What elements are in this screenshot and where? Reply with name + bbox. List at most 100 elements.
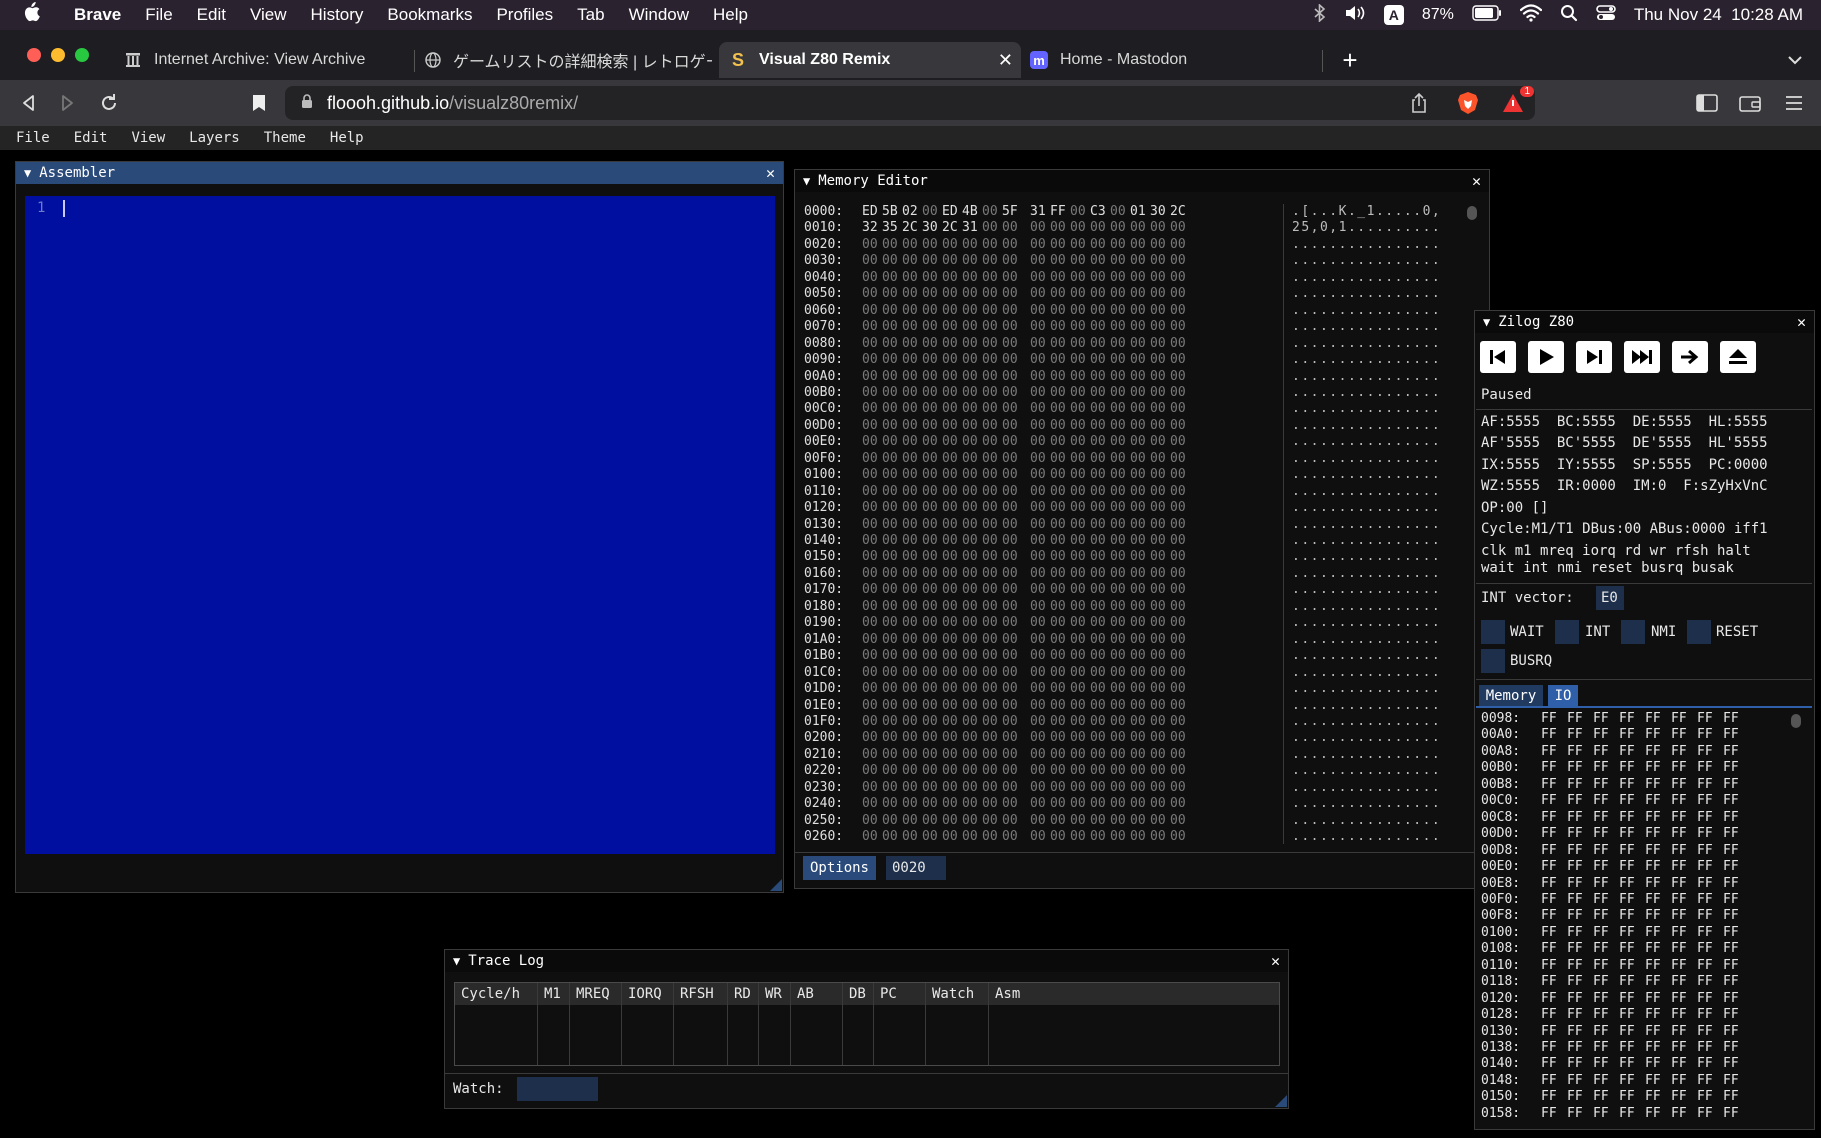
memory-byte[interactable]: 00 bbox=[902, 451, 922, 466]
memory-byte[interactable]: 00 bbox=[922, 401, 942, 416]
memory-byte[interactable]: 00 bbox=[922, 681, 942, 696]
io-byte[interactable]: FF bbox=[1567, 859, 1593, 874]
menubar-file[interactable]: File bbox=[133, 5, 184, 25]
memory-byte[interactable]: 00 bbox=[1030, 303, 1050, 318]
memory-byte[interactable]: 00 bbox=[1130, 220, 1150, 235]
memory-byte[interactable]: 00 bbox=[1070, 253, 1090, 268]
io-byte[interactable]: FF bbox=[1541, 727, 1567, 742]
io-byte[interactable]: FF bbox=[1671, 925, 1697, 940]
memory-byte[interactable]: 00 bbox=[982, 829, 1002, 844]
io-byte[interactable]: FF bbox=[1723, 793, 1749, 808]
memory-byte[interactable]: 00 bbox=[1050, 517, 1070, 532]
io-byte[interactable]: FF bbox=[1567, 744, 1593, 759]
memory-byte[interactable]: 00 bbox=[942, 714, 962, 729]
memory-byte[interactable]: 00 bbox=[1070, 533, 1090, 548]
memory-byte[interactable]: 00 bbox=[1050, 484, 1070, 499]
io-byte[interactable]: FF bbox=[1697, 760, 1723, 775]
io-byte[interactable]: FF bbox=[1593, 711, 1619, 726]
io-byte[interactable]: FF bbox=[1671, 1024, 1697, 1039]
memory-byte[interactable]: 00 bbox=[882, 270, 902, 285]
memory-byte[interactable]: 00 bbox=[882, 829, 902, 844]
memory-byte[interactable]: 00 bbox=[982, 796, 1002, 811]
memory-byte[interactable]: 00 bbox=[1170, 517, 1190, 532]
memory-byte[interactable]: 00 bbox=[1130, 566, 1150, 581]
memory-byte[interactable]: 00 bbox=[1110, 780, 1130, 795]
memory-byte[interactable]: 00 bbox=[962, 401, 982, 416]
io-byte[interactable]: FF bbox=[1723, 892, 1749, 907]
memory-byte[interactable]: 00 bbox=[942, 665, 962, 680]
io-byte[interactable]: FF bbox=[1593, 1024, 1619, 1039]
memory-byte[interactable]: 00 bbox=[1050, 780, 1070, 795]
memory-byte[interactable]: 00 bbox=[882, 484, 902, 499]
memory-byte[interactable]: 00 bbox=[1050, 698, 1070, 713]
io-byte[interactable]: FF bbox=[1593, 1106, 1619, 1121]
menubar-app-name[interactable]: Brave bbox=[62, 5, 133, 25]
memory-byte[interactable]: 00 bbox=[1050, 451, 1070, 466]
menubar-window[interactable]: Window bbox=[617, 5, 701, 25]
memory-byte[interactable]: 00 bbox=[922, 615, 942, 630]
memory-byte[interactable]: 31 bbox=[1030, 204, 1050, 219]
memory-byte[interactable]: 00 bbox=[882, 352, 902, 367]
memory-byte[interactable]: 00 bbox=[1130, 582, 1150, 597]
memory-byte[interactable]: 00 bbox=[1050, 648, 1070, 663]
wait-checkbox[interactable] bbox=[1481, 620, 1505, 644]
memory-byte[interactable]: 00 bbox=[1050, 336, 1070, 351]
memory-byte[interactable]: 00 bbox=[962, 698, 982, 713]
memory-byte[interactable]: 00 bbox=[1002, 352, 1022, 367]
memory-byte[interactable]: 00 bbox=[982, 286, 1002, 301]
col-mreq[interactable]: MREQ bbox=[570, 983, 622, 1065]
memory-byte[interactable]: 00 bbox=[1150, 780, 1170, 795]
memory-byte[interactable]: 00 bbox=[1050, 369, 1070, 384]
memory-byte[interactable]: 00 bbox=[882, 517, 902, 532]
io-byte[interactable]: FF bbox=[1567, 810, 1593, 825]
io-byte[interactable]: FF bbox=[1567, 991, 1593, 1006]
io-byte[interactable]: FF bbox=[1541, 892, 1567, 907]
io-byte[interactable]: FF bbox=[1541, 826, 1567, 841]
memory-byte[interactable]: 00 bbox=[862, 829, 882, 844]
memory-byte[interactable]: 00 bbox=[1110, 484, 1130, 499]
io-byte[interactable]: FF bbox=[1541, 1007, 1567, 1022]
volume-icon[interactable] bbox=[1344, 4, 1366, 27]
io-byte[interactable]: FF bbox=[1697, 1106, 1723, 1121]
memory-byte[interactable]: 00 bbox=[1170, 615, 1190, 630]
io-byte[interactable]: FF bbox=[1723, 711, 1749, 726]
io-byte[interactable]: FF bbox=[1619, 1089, 1645, 1104]
memory-byte[interactable]: 00 bbox=[1002, 385, 1022, 400]
memory-byte[interactable]: 00 bbox=[882, 451, 902, 466]
app-menu-edit[interactable]: Edit bbox=[58, 130, 116, 146]
memory-byte[interactable]: 00 bbox=[942, 369, 962, 384]
memory-byte[interactable]: 00 bbox=[1150, 401, 1170, 416]
memory-byte[interactable]: 00 bbox=[922, 270, 942, 285]
memory-byte[interactable]: 00 bbox=[922, 730, 942, 745]
memory-byte[interactable]: 00 bbox=[982, 270, 1002, 285]
io-byte[interactable]: FF bbox=[1645, 1024, 1671, 1039]
memory-byte[interactable]: 00 bbox=[942, 813, 962, 828]
memory-byte[interactable]: 00 bbox=[1130, 730, 1150, 745]
memory-byte[interactable]: 00 bbox=[902, 253, 922, 268]
memory-byte[interactable]: 00 bbox=[862, 418, 882, 433]
memory-byte[interactable]: 00 bbox=[962, 599, 982, 614]
memory-byte[interactable]: 00 bbox=[1070, 763, 1090, 778]
apple-menu-icon[interactable] bbox=[0, 2, 62, 28]
memory-byte[interactable]: 00 bbox=[1002, 730, 1022, 745]
spotlight-search-icon[interactable] bbox=[1560, 4, 1578, 27]
memory-byte[interactable]: 00 bbox=[1130, 813, 1150, 828]
memory-byte[interactable]: 00 bbox=[1090, 599, 1110, 614]
memory-byte[interactable]: 00 bbox=[1130, 253, 1150, 268]
memory-byte[interactable]: 00 bbox=[1030, 533, 1050, 548]
memory-byte[interactable]: 00 bbox=[1150, 319, 1170, 334]
io-byte[interactable]: FF bbox=[1619, 777, 1645, 792]
memory-byte[interactable]: 00 bbox=[902, 467, 922, 482]
col-rd[interactable]: RD bbox=[728, 983, 759, 1065]
io-byte[interactable]: FF bbox=[1671, 843, 1697, 858]
collapse-triangle-icon[interactable]: ▼ bbox=[1483, 315, 1490, 329]
io-byte[interactable]: FF bbox=[1619, 843, 1645, 858]
app-menu-file[interactable]: File bbox=[0, 130, 58, 146]
io-byte[interactable]: FF bbox=[1567, 941, 1593, 956]
memory-byte[interactable]: 00 bbox=[922, 352, 942, 367]
memory-byte[interactable]: 00 bbox=[1170, 665, 1190, 680]
memory-byte[interactable]: 00 bbox=[962, 286, 982, 301]
io-byte[interactable]: FF bbox=[1619, 1040, 1645, 1055]
memory-byte[interactable]: 00 bbox=[1070, 730, 1090, 745]
trace-log-titlebar[interactable]: ▼ Trace Log ✕ bbox=[445, 950, 1288, 972]
